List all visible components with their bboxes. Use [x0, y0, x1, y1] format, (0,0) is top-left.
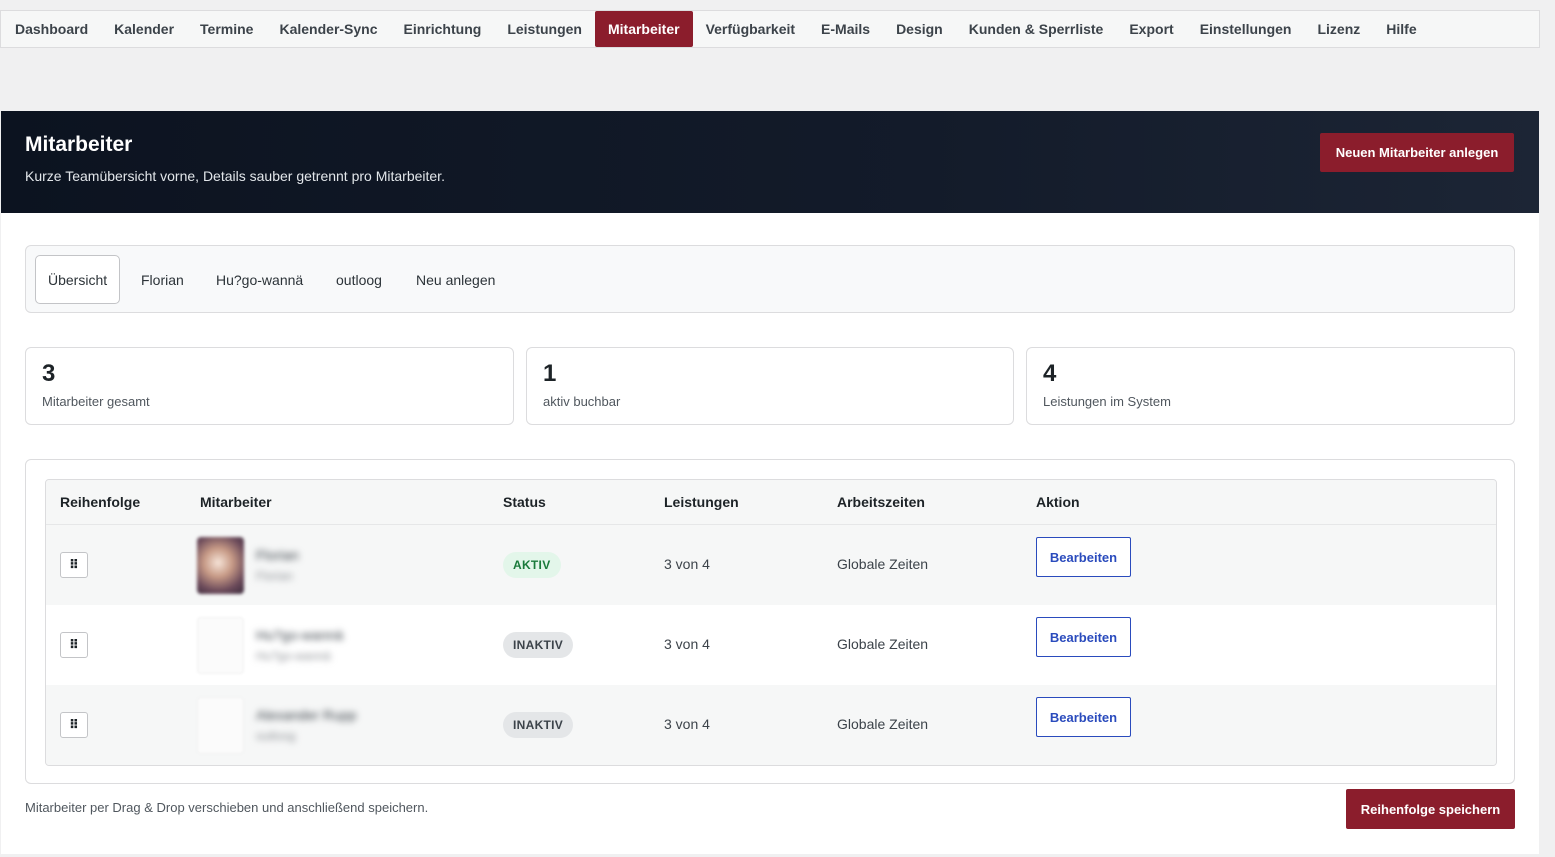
- nav-item-export[interactable]: Export: [1116, 11, 1186, 47]
- avatar: [197, 537, 244, 594]
- column-header-action: Aktion: [1036, 494, 1080, 510]
- employee-table-card: Reihenfolge Mitarbeiter Status Leistunge…: [25, 459, 1515, 784]
- table-row[interactable]: ⠿ Florian Florian AKTIV 3 von 4 Globale …: [46, 525, 1496, 605]
- nav-item-termine[interactable]: Termine: [187, 11, 266, 47]
- working-hours: Globale Zeiten: [837, 556, 929, 572]
- employee-table: Reihenfolge Mitarbeiter Status Leistunge…: [45, 479, 1497, 766]
- services-count: 3 von 4: [664, 556, 710, 572]
- services-count: 3 von 4: [664, 716, 710, 732]
- stat-card-total: 3 Mitarbeiter gesamt: [25, 347, 514, 425]
- stat-value: 1: [543, 360, 557, 387]
- services-count: 3 von 4: [664, 636, 710, 652]
- avatar: [197, 617, 244, 674]
- stat-value: 3: [42, 360, 56, 387]
- main-panel: Mitarbeiter Kurze Teamübersicht vorne, D…: [1, 111, 1539, 854]
- nav-item-kunden-sperrliste[interactable]: Kunden & Sperrliste: [956, 11, 1117, 47]
- nav-item-dashboard[interactable]: Dashboard: [2, 11, 101, 47]
- nav-item-kalender[interactable]: Kalender: [101, 11, 187, 47]
- employee-name: Hu?go-wannä: [256, 627, 344, 643]
- status-badge: INAKTIV: [503, 632, 574, 658]
- drag-handle-icon[interactable]: ⠿: [60, 552, 88, 578]
- page-title: Mitarbeiter: [25, 133, 133, 156]
- tab-hugo-wanna[interactable]: Hu?go-wannä: [216, 255, 303, 304]
- table-row[interactable]: ⠿ Hu?go-wannä Hu?go-wannä INAKTIV 3 von …: [46, 605, 1496, 685]
- drag-handle-icon[interactable]: ⠿: [60, 632, 88, 658]
- column-header-employee: Mitarbeiter: [200, 494, 272, 510]
- working-hours: Globale Zeiten: [837, 716, 929, 732]
- employee-name: Florian: [256, 547, 299, 563]
- status-badge: AKTIV: [503, 552, 561, 578]
- nav-item-hilfe[interactable]: Hilfe: [1373, 11, 1429, 47]
- top-navigation: Dashboard Kalender Termine Kalender-Sync…: [0, 10, 1540, 48]
- column-header-hours: Arbeitszeiten: [837, 494, 925, 510]
- drag-handle-icon[interactable]: ⠿: [60, 712, 88, 738]
- nav-item-mitarbeiter[interactable]: Mitarbeiter: [594, 11, 693, 47]
- nav-item-einrichtung[interactable]: Einrichtung: [391, 11, 495, 47]
- column-header-status: Status: [503, 494, 546, 510]
- page-subtitle: Kurze Teamübersicht vorne, Details saube…: [25, 168, 445, 184]
- stat-label: aktiv buchbar: [543, 394, 621, 409]
- nav-item-design[interactable]: Design: [883, 11, 956, 47]
- save-order-button[interactable]: Reihenfolge speichern: [1346, 789, 1515, 829]
- working-hours: Globale Zeiten: [837, 636, 929, 652]
- tab-overview[interactable]: Übersicht: [35, 255, 121, 304]
- tab-new[interactable]: Neu anlegen: [416, 255, 495, 304]
- edit-button[interactable]: Bearbeiten: [1036, 617, 1131, 657]
- employee-tabs: Übersicht Florian Hu?go-wannä outloog Ne…: [25, 245, 1515, 313]
- nav-item-kalender-sync[interactable]: Kalender-Sync: [266, 11, 390, 47]
- page-header: Mitarbeiter Kurze Teamübersicht vorne, D…: [1, 111, 1539, 213]
- column-header-services: Leistungen: [664, 494, 739, 510]
- drag-drop-hint: Mitarbeiter per Drag & Drop verschieben …: [25, 800, 429, 815]
- stat-value: 4: [1043, 360, 1057, 387]
- status-badge: INAKTIV: [503, 712, 574, 738]
- employee-name: Alexander Rupp: [256, 707, 357, 723]
- employee-subtitle: outloog: [256, 729, 296, 743]
- nav-item-leistungen[interactable]: Leistungen: [494, 11, 595, 47]
- table-header: Reihenfolge Mitarbeiter Status Leistunge…: [46, 480, 1496, 525]
- stat-card-services: 4 Leistungen im System: [1026, 347, 1515, 425]
- column-header-order: Reihenfolge: [60, 494, 141, 510]
- table-row[interactable]: ⠿ Alexander Rupp outloog INAKTIV 3 von 4…: [46, 685, 1496, 765]
- stat-label: Leistungen im System: [1043, 394, 1171, 409]
- employee-subtitle: Florian: [256, 569, 293, 583]
- edit-button[interactable]: Bearbeiten: [1036, 697, 1131, 737]
- nav-item-einstellungen[interactable]: Einstellungen: [1187, 11, 1305, 47]
- new-employee-button[interactable]: Neuen Mitarbeiter anlegen: [1320, 133, 1514, 172]
- employee-subtitle: Hu?go-wannä: [256, 649, 331, 663]
- nav-item-verfuegbarkeit[interactable]: Verfügbarkeit: [693, 11, 808, 47]
- stat-card-active: 1 aktiv buchbar: [526, 347, 1014, 425]
- nav-item-e-mails[interactable]: E-Mails: [808, 11, 883, 47]
- tab-florian[interactable]: Florian: [141, 255, 184, 304]
- tab-outloog[interactable]: outloog: [336, 255, 382, 304]
- avatar: [197, 697, 244, 754]
- nav-item-lizenz[interactable]: Lizenz: [1304, 11, 1373, 47]
- edit-button[interactable]: Bearbeiten: [1036, 537, 1131, 577]
- stat-label: Mitarbeiter gesamt: [42, 394, 150, 409]
